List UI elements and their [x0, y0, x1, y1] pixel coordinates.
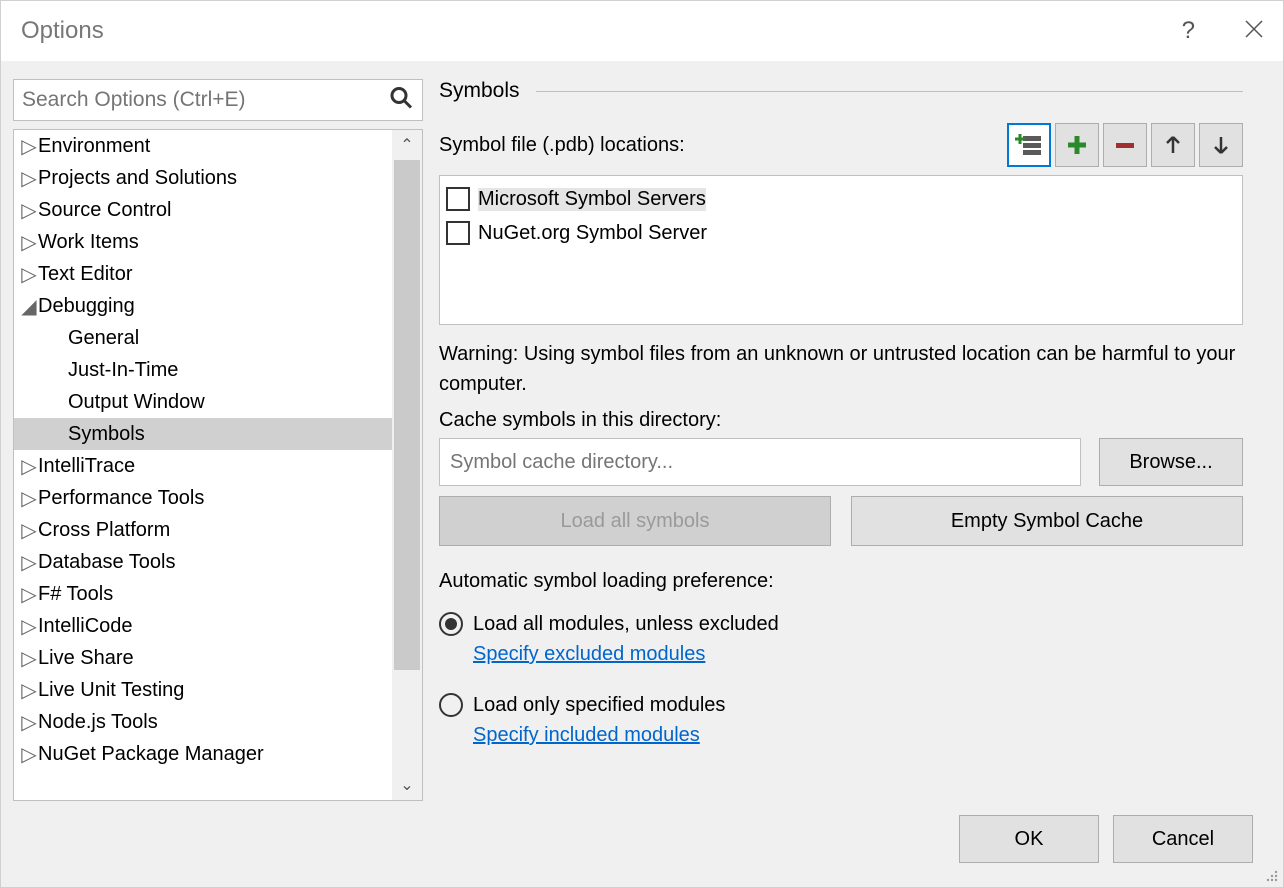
expander-icon[interactable]: ▷ — [20, 486, 38, 511]
scroll-up-icon[interactable]: ⌃ — [392, 130, 422, 160]
dialog-footer: OK Cancel — [1, 801, 1283, 887]
tree-item-texteditor[interactable]: ▷Text Editor — [14, 258, 392, 290]
symbol-buttons-row: Load all symbols Empty Symbol Cache — [439, 496, 1243, 546]
tree-item-sourcecontrol[interactable]: ▷Source Control — [14, 194, 392, 226]
radio-load-specified[interactable]: Load only specified modules — [439, 686, 1243, 724]
close-icon[interactable] — [1245, 18, 1263, 44]
left-panel: ▷Environment ▷Projects and Solutions ▷So… — [13, 79, 423, 801]
options-window: Options ? ▷Environment ▷Projects and Sol… — [0, 0, 1284, 888]
symbol-locations-list[interactable]: Microsoft Symbol Servers NuGet.org Symbo… — [439, 175, 1243, 325]
scrollbar-thumb[interactable] — [394, 160, 420, 670]
radio-load-all[interactable]: Load all modules, unless excluded — [439, 605, 1243, 643]
expander-icon[interactable]: ▷ — [20, 262, 38, 287]
expander-icon[interactable]: ▷ — [20, 582, 38, 607]
window-title: Options — [21, 17, 1182, 45]
cache-dir-input[interactable] — [439, 438, 1081, 486]
tree-item-fsharp[interactable]: ▷F# Tools — [14, 578, 392, 610]
search-container — [13, 79, 423, 121]
toolbar — [1007, 123, 1243, 167]
radio-button[interactable] — [439, 693, 463, 717]
add-button[interactable] — [1055, 123, 1099, 167]
tree-item-debugging[interactable]: ◢Debugging — [14, 290, 392, 322]
expander-icon[interactable]: ▷ — [20, 134, 38, 159]
list-item-label: NuGet.org Symbol Server — [478, 222, 707, 245]
search-input[interactable] — [13, 79, 423, 121]
tree-item-perftools[interactable]: ▷Performance Tools — [14, 482, 392, 514]
tree-inner: ▷Environment ▷Projects and Solutions ▷So… — [14, 130, 392, 800]
load-all-button: Load all symbols — [439, 496, 831, 546]
tree-item-nuget[interactable]: ▷NuGet Package Manager — [14, 738, 392, 770]
checkbox[interactable] — [446, 187, 470, 211]
expander-icon[interactable]: ▷ — [20, 230, 38, 255]
tree-item-intellitrace[interactable]: ▷IntelliTrace — [14, 450, 392, 482]
tree-item-symbols[interactable]: Symbols — [14, 418, 392, 450]
expander-icon[interactable]: ▷ — [20, 166, 38, 191]
included-modules-link[interactable]: Specify included modules — [473, 724, 700, 746]
add-server-button[interactable] — [1007, 123, 1051, 167]
header-divider — [536, 91, 1243, 92]
tree-item-liveshare[interactable]: ▷Live Share — [14, 642, 392, 674]
radio-group: Load all modules, unless excluded Specif… — [439, 605, 1243, 767]
radio-label: Load all modules, unless excluded — [473, 613, 779, 636]
tree-item-nodejs[interactable]: ▷Node.js Tools — [14, 706, 392, 738]
expander-icon[interactable]: ▷ — [20, 518, 38, 543]
expander-icon[interactable]: ◢ — [20, 294, 38, 319]
radio-button[interactable] — [439, 612, 463, 636]
expander-icon[interactable]: ▷ — [20, 550, 38, 575]
tree-item-environment[interactable]: ▷Environment — [14, 130, 392, 162]
excluded-modules-link[interactable]: Specify excluded modules — [473, 643, 705, 665]
right-panel: Symbols Symbol file (.pdb) locations: — [439, 79, 1271, 801]
title-bar: Options ? — [1, 1, 1283, 61]
category-tree: ▷Environment ▷Projects and Solutions ▷So… — [13, 129, 423, 801]
empty-cache-button[interactable]: Empty Symbol Cache — [851, 496, 1243, 546]
tree-item-general[interactable]: General — [14, 322, 392, 354]
auto-load-label: Automatic symbol loading preference: — [439, 570, 1243, 593]
expander-icon[interactable]: ▷ — [20, 454, 38, 479]
cache-row: Browse... — [439, 438, 1243, 486]
list-item[interactable]: NuGet.org Symbol Server — [446, 216, 1236, 250]
expander-icon[interactable]: ▷ — [20, 646, 38, 671]
move-down-button[interactable] — [1199, 123, 1243, 167]
dialog-body: ▷Environment ▷Projects and Solutions ▷So… — [1, 61, 1283, 801]
ok-button[interactable]: OK — [959, 815, 1099, 863]
tree-scrollbar[interactable]: ⌃ ⌄ — [392, 130, 422, 800]
browse-button[interactable]: Browse... — [1099, 438, 1243, 486]
tree-item-dbtools[interactable]: ▷Database Tools — [14, 546, 392, 578]
tree-item-intellicode[interactable]: ▷IntelliCode — [14, 610, 392, 642]
radio-label: Load only specified modules — [473, 694, 725, 717]
expander-icon[interactable]: ▷ — [20, 614, 38, 639]
cache-dir-label: Cache symbols in this directory: — [439, 409, 1243, 432]
tree-item-crossplat[interactable]: ▷Cross Platform — [14, 514, 392, 546]
move-up-button[interactable] — [1151, 123, 1195, 167]
resize-grip-icon[interactable] — [1262, 866, 1278, 882]
checkbox[interactable] — [446, 221, 470, 245]
tree-item-jit[interactable]: Just-In-Time — [14, 354, 392, 386]
expander-icon[interactable]: ▷ — [20, 198, 38, 223]
locations-row: Symbol file (.pdb) locations: — [439, 123, 1243, 167]
section-header: Symbols — [439, 79, 1243, 103]
tree-item-workitems[interactable]: ▷Work Items — [14, 226, 392, 258]
list-item-label: Microsoft Symbol Servers — [478, 188, 706, 211]
section-title: Symbols — [439, 79, 520, 103]
expander-icon[interactable]: ▷ — [20, 678, 38, 703]
tree-item-projects[interactable]: ▷Projects and Solutions — [14, 162, 392, 194]
expander-icon[interactable]: ▷ — [20, 710, 38, 735]
scroll-down-icon[interactable]: ⌄ — [392, 770, 422, 800]
tree-item-output[interactable]: Output Window — [14, 386, 392, 418]
warning-text: Warning: Using symbol files from an unkn… — [439, 339, 1243, 399]
help-icon[interactable]: ? — [1182, 17, 1195, 45]
tree-item-liveunit[interactable]: ▷Live Unit Testing — [14, 674, 392, 706]
cancel-button[interactable]: Cancel — [1113, 815, 1253, 863]
search-icon[interactable] — [389, 86, 413, 115]
locations-label: Symbol file (.pdb) locations: — [439, 134, 685, 157]
remove-button[interactable] — [1103, 123, 1147, 167]
expander-icon[interactable]: ▷ — [20, 742, 38, 767]
list-item[interactable]: Microsoft Symbol Servers — [446, 182, 1236, 216]
